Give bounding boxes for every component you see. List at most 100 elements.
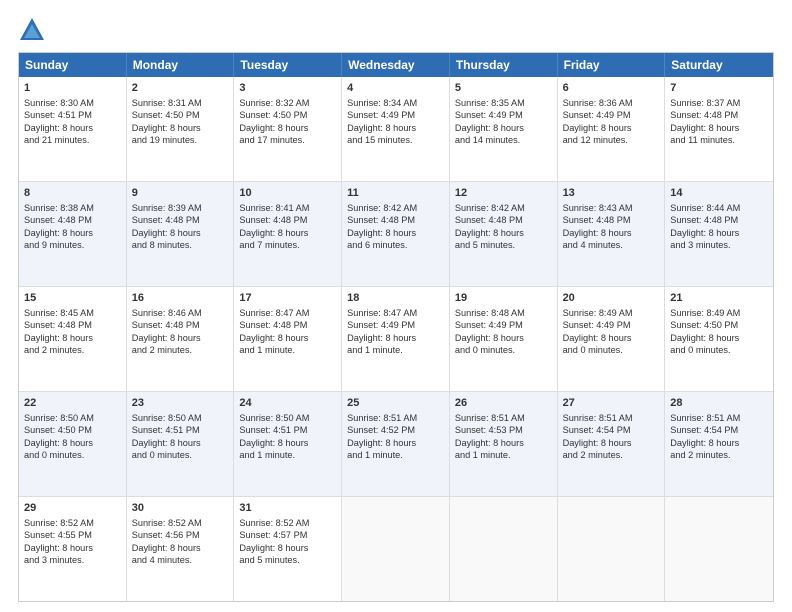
day-info-line: and 15 minutes. (347, 134, 444, 146)
calendar-header-row: SundayMondayTuesdayWednesdayThursdayFrid… (19, 53, 773, 77)
day-number: 24 (239, 396, 336, 411)
cal-header-monday: Monday (127, 53, 235, 77)
day-info-line: Sunset: 4:48 PM (563, 214, 660, 226)
day-info-line: Sunset: 4:49 PM (563, 109, 660, 121)
day-info-line: Daylight: 8 hours (455, 437, 552, 449)
day-info-line: and 5 minutes. (239, 554, 336, 566)
day-info-line: Sunrise: 8:49 AM (563, 307, 660, 319)
cal-cell-empty-5 (558, 497, 666, 601)
cal-header-friday: Friday (558, 53, 666, 77)
day-info-line: and 2 minutes. (132, 344, 229, 356)
cal-cell-empty-4 (450, 497, 558, 601)
cal-cell-7: 7Sunrise: 8:37 AMSunset: 4:48 PMDaylight… (665, 77, 773, 181)
day-number: 10 (239, 186, 336, 201)
day-number: 9 (132, 186, 229, 201)
cal-cell-11: 11Sunrise: 8:42 AMSunset: 4:48 PMDayligh… (342, 182, 450, 286)
day-info-line: Sunrise: 8:45 AM (24, 307, 121, 319)
day-number: 23 (132, 396, 229, 411)
day-info-line: and 19 minutes. (132, 134, 229, 146)
calendar-row-5: 29Sunrise: 8:52 AMSunset: 4:55 PMDayligh… (19, 497, 773, 601)
day-info-line: Sunset: 4:49 PM (455, 109, 552, 121)
day-info-line: Sunrise: 8:36 AM (563, 97, 660, 109)
logo (18, 16, 50, 44)
calendar: SundayMondayTuesdayWednesdayThursdayFrid… (18, 52, 774, 602)
day-info-line: Sunset: 4:49 PM (347, 319, 444, 331)
day-info-line: Sunrise: 8:38 AM (24, 202, 121, 214)
day-info-line: and 2 minutes. (563, 449, 660, 461)
cal-cell-empty-3 (342, 497, 450, 601)
day-info-line: and 14 minutes. (455, 134, 552, 146)
day-info-line: and 4 minutes. (563, 239, 660, 251)
day-info-line: Sunset: 4:50 PM (132, 109, 229, 121)
day-number: 7 (670, 81, 768, 96)
cal-cell-10: 10Sunrise: 8:41 AMSunset: 4:48 PMDayligh… (234, 182, 342, 286)
day-info-line: Sunset: 4:57 PM (239, 529, 336, 541)
day-info-line: Sunrise: 8:52 AM (239, 517, 336, 529)
day-number: 14 (670, 186, 768, 201)
day-number: 29 (24, 501, 121, 516)
day-info-line: and 7 minutes. (239, 239, 336, 251)
day-info-line: Daylight: 8 hours (239, 227, 336, 239)
day-info-line: Sunrise: 8:42 AM (347, 202, 444, 214)
day-info-line: Daylight: 8 hours (132, 332, 229, 344)
day-number: 1 (24, 81, 121, 96)
day-info-line: and 17 minutes. (239, 134, 336, 146)
day-number: 17 (239, 291, 336, 306)
day-number: 8 (24, 186, 121, 201)
day-info-line: Sunrise: 8:41 AM (239, 202, 336, 214)
day-info-line: Sunset: 4:48 PM (670, 109, 768, 121)
day-number: 28 (670, 396, 768, 411)
cal-cell-13: 13Sunrise: 8:43 AMSunset: 4:48 PMDayligh… (558, 182, 666, 286)
cal-header-sunday: Sunday (19, 53, 127, 77)
cal-cell-4: 4Sunrise: 8:34 AMSunset: 4:49 PMDaylight… (342, 77, 450, 181)
day-info-line: Sunset: 4:50 PM (670, 319, 768, 331)
calendar-row-1: 1Sunrise: 8:30 AMSunset: 4:51 PMDaylight… (19, 77, 773, 182)
day-number: 16 (132, 291, 229, 306)
day-info-line: and 1 minute. (455, 449, 552, 461)
day-info-line: Sunset: 4:55 PM (24, 529, 121, 541)
cal-cell-6: 6Sunrise: 8:36 AMSunset: 4:49 PMDaylight… (558, 77, 666, 181)
cal-cell-23: 23Sunrise: 8:50 AMSunset: 4:51 PMDayligh… (127, 392, 235, 496)
day-info-line: Sunset: 4:48 PM (24, 214, 121, 226)
cal-cell-19: 19Sunrise: 8:48 AMSunset: 4:49 PMDayligh… (450, 287, 558, 391)
calendar-row-2: 8Sunrise: 8:38 AMSunset: 4:48 PMDaylight… (19, 182, 773, 287)
day-info-line: Daylight: 8 hours (347, 227, 444, 239)
day-info-line: Sunrise: 8:35 AM (455, 97, 552, 109)
day-info-line: and 5 minutes. (455, 239, 552, 251)
cal-cell-29: 29Sunrise: 8:52 AMSunset: 4:55 PMDayligh… (19, 497, 127, 601)
day-info-line: Sunrise: 8:50 AM (132, 412, 229, 424)
day-number: 3 (239, 81, 336, 96)
day-info-line: and 4 minutes. (132, 554, 229, 566)
day-info-line: and 6 minutes. (347, 239, 444, 251)
day-info-line: Sunset: 4:48 PM (347, 214, 444, 226)
day-number: 6 (563, 81, 660, 96)
day-info-line: Sunrise: 8:34 AM (347, 97, 444, 109)
cal-cell-30: 30Sunrise: 8:52 AMSunset: 4:56 PMDayligh… (127, 497, 235, 601)
day-info-line: Sunset: 4:52 PM (347, 424, 444, 436)
day-info-line: and 8 minutes. (132, 239, 229, 251)
cal-cell-24: 24Sunrise: 8:50 AMSunset: 4:51 PMDayligh… (234, 392, 342, 496)
day-info-line: Sunrise: 8:46 AM (132, 307, 229, 319)
day-info-line: Daylight: 8 hours (132, 437, 229, 449)
day-info-line: Daylight: 8 hours (347, 437, 444, 449)
day-info-line: Sunrise: 8:47 AM (347, 307, 444, 319)
cal-cell-26: 26Sunrise: 8:51 AMSunset: 4:53 PMDayligh… (450, 392, 558, 496)
day-info-line: Sunrise: 8:44 AM (670, 202, 768, 214)
day-info-line: and 0 minutes. (455, 344, 552, 356)
day-info-line: Sunset: 4:50 PM (239, 109, 336, 121)
day-info-line: Sunrise: 8:47 AM (239, 307, 336, 319)
cal-header-saturday: Saturday (665, 53, 773, 77)
day-info-line: Sunset: 4:49 PM (347, 109, 444, 121)
day-number: 18 (347, 291, 444, 306)
cal-cell-1: 1Sunrise: 8:30 AMSunset: 4:51 PMDaylight… (19, 77, 127, 181)
day-info-line: Sunset: 4:51 PM (132, 424, 229, 436)
cal-header-wednesday: Wednesday (342, 53, 450, 77)
day-info-line: Daylight: 8 hours (347, 332, 444, 344)
day-info-line: Sunset: 4:48 PM (132, 319, 229, 331)
cal-cell-9: 9Sunrise: 8:39 AMSunset: 4:48 PMDaylight… (127, 182, 235, 286)
day-info-line: Sunrise: 8:32 AM (239, 97, 336, 109)
day-number: 25 (347, 396, 444, 411)
day-number: 11 (347, 186, 444, 201)
day-number: 13 (563, 186, 660, 201)
generalblue-logo-icon (18, 16, 46, 44)
